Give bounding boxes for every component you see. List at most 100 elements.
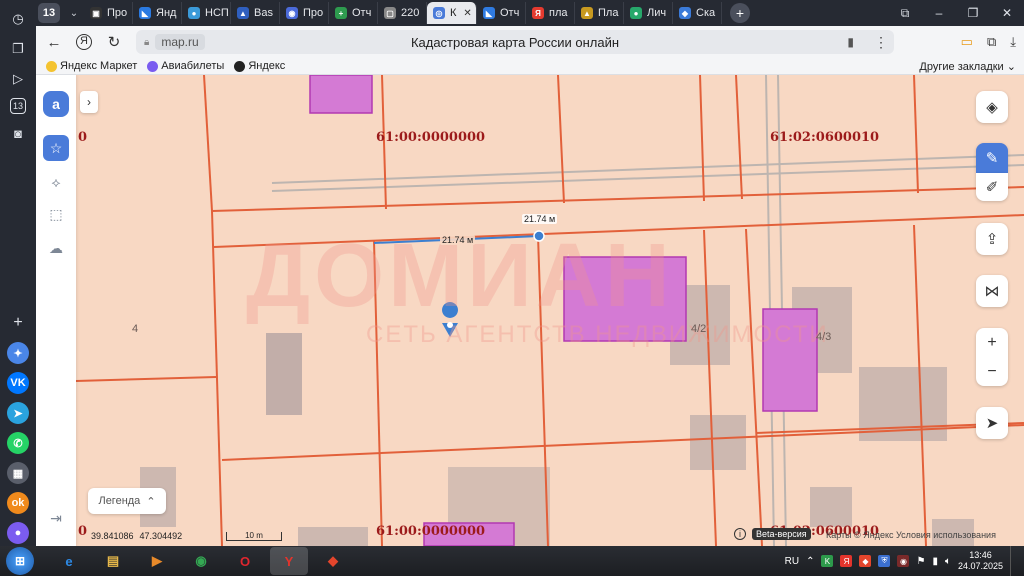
system-clock[interactable]: 13:46 24.07.2025 xyxy=(958,550,1003,572)
share-icon[interactable]: ⋈ xyxy=(976,275,1008,307)
expand-panel-chevron-icon[interactable]: › xyxy=(80,91,98,113)
tab-label: К xyxy=(450,7,457,19)
zoom-in-button[interactable]: + xyxy=(976,328,1008,357)
explorer-icon[interactable]: ▤ xyxy=(94,547,132,575)
left-edge-digit: 0 xyxy=(78,524,88,539)
layers-icon[interactable]: ◈ xyxy=(976,91,1008,123)
bookmark-item[interactable]: Яндекс Маркет xyxy=(46,60,137,72)
close-icon[interactable]: ✕ xyxy=(990,6,1024,20)
media-icon[interactable]: ▶ xyxy=(138,547,176,575)
favorites-star-icon[interactable]: ☆ xyxy=(43,135,69,161)
tab-favicon-icon: ◣ xyxy=(139,7,151,19)
tab[interactable]: Япла xyxy=(526,2,575,24)
anydesk-icon[interactable]: ◆ xyxy=(314,547,352,575)
map-logo-button[interactable]: a xyxy=(43,91,69,117)
tab-search-icon[interactable]: ⧉ xyxy=(888,6,922,21)
messenger-icon[interactable]: ● xyxy=(7,522,29,544)
kaspersky-icon[interactable]: K xyxy=(821,555,834,567)
tab[interactable]: ● Лич xyxy=(624,2,673,24)
chevron-down-icon[interactable]: ⌄ xyxy=(64,3,84,23)
tab[interactable]: ◣ Отч xyxy=(477,2,526,24)
start-button[interactable]: ⊞ xyxy=(6,547,34,575)
bookmark-item[interactable]: Яндекс xyxy=(234,60,285,72)
network-signal-icon[interactable]: ▮ xyxy=(932,556,938,567)
restore-icon[interactable]: ❐ xyxy=(956,6,990,20)
lock-icon: 🔒︎ xyxy=(144,36,150,48)
watermark-subtitle: СЕТЬ АГЕНТСТВ НЕДВИЖИМОСТИ xyxy=(366,321,829,348)
tab[interactable]: ◆ Ска xyxy=(673,2,722,24)
ie-icon[interactable]: e xyxy=(50,547,88,575)
yandex-browser-icon[interactable]: Y xyxy=(270,547,308,575)
minimize-icon[interactable]: – xyxy=(922,6,956,20)
url-field[interactable]: 🔒︎ map.ru Кадастровая карта России онлай… xyxy=(136,30,894,54)
upload-cloud-icon[interactable]: ⇪ xyxy=(976,223,1008,255)
tab-active[interactable]: ◎ К ✕ xyxy=(427,2,477,24)
apps-icon[interactable]: ▦ xyxy=(7,462,29,484)
tab[interactable]: ▣ Про xyxy=(84,2,133,24)
telegram-icon[interactable]: ➤ xyxy=(7,402,29,424)
show-desktop-button[interactable] xyxy=(1010,546,1018,576)
map-attribution[interactable]: Карты © Яндекс Условия использования xyxy=(826,530,996,540)
login-icon[interactable]: ⇥ xyxy=(43,505,69,531)
tab[interactable]: ◉ Про xyxy=(280,2,329,24)
opera-icon[interactable]: O xyxy=(226,547,264,575)
geolocation-arrow-icon[interactable]: ➤ xyxy=(976,407,1008,439)
vk-icon[interactable]: VK xyxy=(7,372,29,394)
collections-icon[interactable]: ❐ xyxy=(7,38,29,60)
tab[interactable]: ▲ Пла xyxy=(575,2,624,24)
screenshot-icon[interactable]: ◙ xyxy=(7,122,29,144)
address-bar-row: ← Я ↻ 🔒︎ map.ru Кадастровая карта России… xyxy=(36,26,1024,58)
tab-close-icon[interactable]: ✕ xyxy=(463,8,471,19)
ruler-inline-label: 21.74 м xyxy=(440,235,476,245)
tab-counter-icon[interactable]: 13 xyxy=(10,98,26,114)
video-play-icon[interactable]: ▷ xyxy=(7,68,29,90)
more-vertical-icon[interactable]: ⋮ xyxy=(874,34,888,51)
info-icon[interactable]: i xyxy=(734,528,746,540)
language-indicator[interactable]: RU xyxy=(785,556,799,567)
tab-label: Про xyxy=(107,7,128,19)
tab[interactable]: ▲ Bas xyxy=(231,2,280,24)
ruler-icon[interactable]: ✎ xyxy=(976,143,1008,173)
zoom-controls: + − xyxy=(976,328,1008,386)
page-title: Кадастровая карта России онлайн xyxy=(410,34,620,50)
whatsapp-icon[interactable]: ✆ xyxy=(7,432,29,454)
battery-icon[interactable]: ▭ xyxy=(961,34,973,50)
history-clock-icon[interactable]: ◷ xyxy=(7,8,29,30)
tray-expand-icon[interactable]: ⌃ xyxy=(806,556,814,567)
tab[interactable]: + Отч xyxy=(329,2,378,24)
area-select-icon[interactable]: ⬚ xyxy=(43,201,69,227)
bookmark-flag-icon[interactable]: ▮ xyxy=(847,35,854,49)
bookmark-item[interactable]: Авиабилеты xyxy=(147,60,224,72)
tab-favicon-icon: ◆ xyxy=(679,7,691,19)
antivirus-icon[interactable]: ◉ xyxy=(897,555,910,567)
yandex-logo-icon[interactable]: Я xyxy=(76,34,92,50)
tab[interactable]: ▢ 220 xyxy=(378,2,427,24)
chrome-icon[interactable]: ◉ xyxy=(182,547,220,575)
reload-icon[interactable]: ↻ xyxy=(102,33,126,51)
anydesk-tray-icon[interactable]: ◆ xyxy=(859,555,872,567)
add-panel-icon[interactable]: + xyxy=(7,312,29,334)
tab-label: Ска xyxy=(696,7,716,19)
flag-icon[interactable]: ⚑ xyxy=(916,556,925,567)
zoom-out-button[interactable]: − xyxy=(976,357,1008,386)
tab-favicon-icon: ▢ xyxy=(384,7,396,19)
new-tab-button[interactable]: + xyxy=(730,3,750,23)
volume-icon[interactable]: 🔈︎ xyxy=(945,556,951,567)
ok-icon[interactable]: ok xyxy=(7,492,29,514)
tab[interactable]: ● НСП xyxy=(182,2,231,24)
cadastral-map[interactable]: ДОМИАН СЕТЬ АГЕНТСТВ НЕДВИЖИМОСТИ 61:00:… xyxy=(36,75,1024,546)
back-arrow-icon[interactable]: ← xyxy=(42,34,66,51)
legend-button[interactable]: Легенда ⌃ xyxy=(88,488,166,514)
tab-count-badge[interactable]: 13 xyxy=(38,3,60,23)
tab-label: Янд xyxy=(156,7,177,19)
alice-icon[interactable]: ✦ xyxy=(7,342,29,364)
download-icon[interactable]: ⤓ xyxy=(1010,34,1016,50)
security-shield-icon[interactable]: ⛨ xyxy=(878,555,891,567)
tab[interactable]: ◣ Янд xyxy=(133,2,182,24)
extensions-icon[interactable]: ⧉ xyxy=(987,34,996,50)
other-bookmarks[interactable]: Другие закладки ⌄ xyxy=(919,60,1016,73)
cloud-icon[interactable]: ☁ xyxy=(43,235,69,261)
route-points-icon[interactable]: ⟡ xyxy=(43,169,69,195)
edit-icon[interactable]: ✐ xyxy=(976,173,1008,201)
yandex-tray-icon[interactable]: Я xyxy=(840,555,853,567)
